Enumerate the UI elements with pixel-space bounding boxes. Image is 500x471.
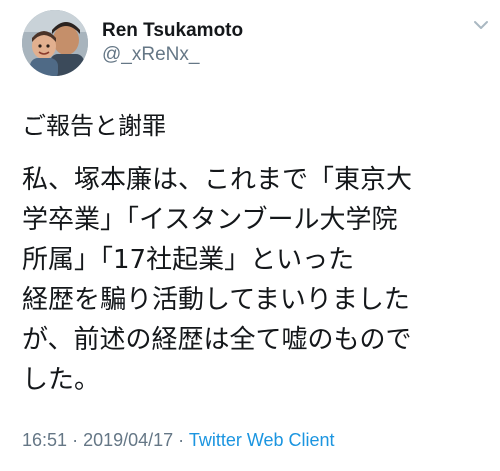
chevron-down-icon[interactable] (472, 16, 490, 34)
tweet-header: Ren Tsukamoto @_xReNx_ (22, 8, 243, 78)
separator-dot: · (72, 430, 84, 450)
tweet-footer: 16:51 · 2019/04/17 · Twitter Web Client (22, 428, 335, 452)
tweet-line: 経歴を騙り活動してまいりました (22, 285, 410, 315)
author-names: Ren Tsukamoto @_xReNx_ (102, 19, 243, 67)
avatar[interactable] (22, 10, 88, 76)
tweet-line: が、前述の経歴は全て嘘のもので (22, 325, 412, 355)
client-link[interactable]: Twitter Web Client (189, 430, 335, 450)
tweet-time[interactable]: 16:51 (22, 430, 67, 450)
tweet-line: した。 (22, 365, 101, 395)
tweet-line: 私、塚本廉は、これまで「東京大 (22, 165, 413, 195)
tweet-date[interactable]: 2019/04/17 (83, 430, 173, 450)
avatar-photo (22, 10, 88, 76)
separator-dot: · (178, 430, 189, 450)
tweet-line: 所属」「17社起業」といった (22, 245, 355, 275)
tweet-line: 学卒業」「イスタンブール大学院 (22, 205, 398, 235)
tweet-subject: ご報告と謝罪 (22, 112, 166, 140)
display-name[interactable]: Ren Tsukamoto (102, 19, 243, 43)
user-handle[interactable]: @_xReNx_ (102, 43, 243, 67)
tweet-card: Ren Tsukamoto @_xReNx_ ご報告と謝罪 私、塚本廉は、これま… (0, 0, 500, 471)
tweet-body: 私、塚本廉は、これまで「東京大 学卒業」「イスタンブール大学院 所属」「17社起… (22, 160, 492, 400)
